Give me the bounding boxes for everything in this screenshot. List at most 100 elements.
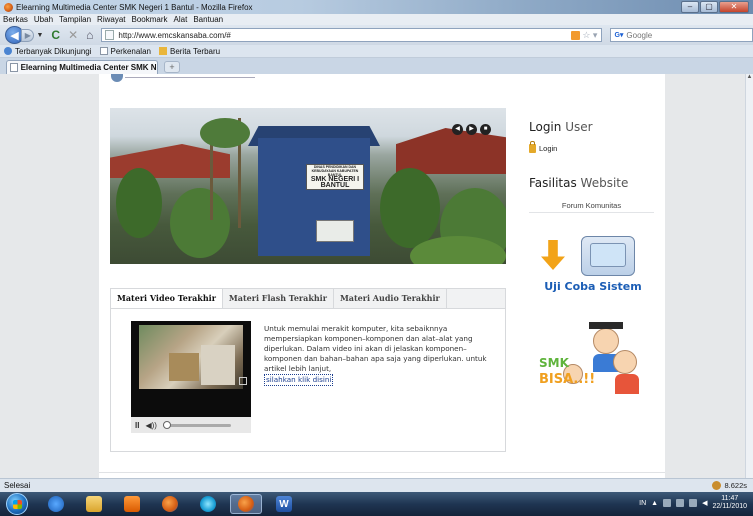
seek-bar[interactable] — [162, 420, 231, 429]
slider-prev-button[interactable]: ◀ — [452, 124, 463, 135]
home-icon[interactable]: ⌂ — [86, 28, 93, 42]
pause-icon[interactable]: II — [135, 421, 139, 430]
flag-icon[interactable] — [663, 499, 672, 507]
timer-value: 8.622s — [724, 481, 747, 490]
forward-button[interactable]: ▶ — [21, 28, 35, 42]
windows-logo-icon — [13, 500, 22, 509]
clock[interactable]: 11:47 22/11/2010 — [712, 495, 747, 511]
computer-mascot-icon — [581, 236, 635, 276]
heading-light: User — [565, 120, 593, 134]
tree — [116, 168, 162, 238]
menu-bantuan[interactable]: Bantuan — [193, 15, 223, 24]
uji-coba-banner[interactable]: Uji Coba Sistem — [537, 234, 649, 296]
address-bar[interactable]: http://www.emcskansaba.com/# ☆ ▾ — [101, 28, 603, 42]
school-sign: DINAS PENDIDIKAN DAN KEBUDAYAAN KABUPATE… — [306, 164, 364, 190]
volume-icon[interactable]: ◀)) — [145, 421, 156, 430]
word-icon: W — [276, 496, 292, 512]
taskbar-camera[interactable] — [192, 494, 224, 514]
expand-icon[interactable] — [239, 377, 247, 385]
menu-alat[interactable]: Alat — [174, 15, 188, 24]
menu-riwayat[interactable]: Riwayat — [97, 15, 125, 24]
page-icon — [105, 30, 115, 40]
taskbar-ie[interactable] — [40, 494, 72, 514]
google-icon[interactable]: G▾ — [614, 31, 623, 39]
timer-icon — [712, 481, 722, 490]
bookmark-label: Terbanyak Dikunjungi — [15, 46, 92, 56]
seek-knob[interactable] — [162, 420, 171, 429]
media-player-icon — [124, 496, 140, 512]
tab-active[interactable]: Elearning Multimedia Center SMK Ne... — [6, 60, 158, 74]
rss-icon[interactable] — [571, 30, 581, 40]
read-more-link[interactable]: silahkan klik disini — [264, 374, 334, 386]
show-hidden-icons[interactable]: ▲ — [651, 500, 658, 507]
forum-link[interactable]: Forum Komunitas — [529, 198, 654, 213]
network-icon[interactable] — [676, 499, 685, 507]
tab-bar: Elearning Multimedia Center SMK Ne... + — [0, 58, 753, 74]
status-bar: Selesai 8.622s — [0, 478, 753, 492]
display-icon[interactable] — [689, 499, 698, 507]
windows-taskbar: W IN ▲ ◀ 11:47 22/11/2010 — [0, 492, 753, 516]
palm-leaves — [200, 118, 250, 148]
new-tab-button[interactable]: + — [164, 61, 180, 73]
tree — [170, 188, 230, 258]
taskbar-firefox[interactable] — [154, 494, 186, 514]
menu-bookmark[interactable]: Bookmark — [132, 15, 168, 24]
download-arrow-icon — [541, 240, 565, 270]
window-controls: – ▢ ✕ — [681, 1, 749, 13]
taskbar-firefox-active[interactable] — [230, 494, 262, 514]
smk-bisa-banner[interactable]: SMK BISA..!! — [529, 322, 651, 400]
video-object — [169, 353, 199, 381]
description-text: Untuk memulai merakit komputer, kita seb… — [264, 324, 487, 373]
video-frame — [139, 325, 243, 389]
page-content: DINAS PENDIDIKAN DAN KEBUDAYAAN KABUPATE… — [99, 74, 665, 478]
menu-ubah[interactable]: Ubah — [34, 15, 53, 24]
taskbar-explorer[interactable] — [78, 494, 110, 514]
slider-next-button[interactable]: ▶ — [466, 124, 477, 135]
navigation-toolbar: ◀ ▶ ▼ C ✕ ⌂ http://www.emcskansaba.com/#… — [0, 25, 753, 45]
heading-light: Website — [580, 176, 629, 190]
start-button[interactable] — [6, 493, 28, 515]
tab-materi-video[interactable]: Materi Video Terakhir — [111, 289, 223, 308]
vertical-scrollbar[interactable]: ▲ — [745, 74, 753, 478]
header-divider — [125, 74, 255, 78]
taskbar-media-player[interactable] — [116, 494, 148, 514]
firefox-icon — [4, 2, 13, 12]
fasilitas-heading: Fasilitas Website — [529, 176, 628, 190]
scroll-up-icon[interactable]: ▲ — [746, 74, 753, 80]
firefox-icon — [162, 496, 178, 512]
video-player[interactable] — [131, 321, 251, 417]
language-indicator[interactable]: IN — [639, 500, 646, 507]
rss-folder-icon — [158, 47, 167, 55]
clock-time: 11:47 — [721, 495, 739, 502]
graduation-cap-icon — [589, 322, 623, 329]
reload-icon[interactable]: C — [51, 28, 60, 42]
search-input[interactable] — [626, 30, 727, 40]
bookmark-label: Berita Terbaru — [169, 46, 221, 56]
menu-tampilan[interactable]: Tampilan — [59, 15, 91, 24]
window-title: Elearning Multimedia Center SMK Negeri 1… — [16, 2, 253, 12]
stop-icon[interactable]: ✕ — [68, 28, 78, 42]
maximize-button[interactable]: ▢ — [700, 1, 718, 13]
slider-stop-button[interactable]: ■ — [480, 124, 491, 135]
menu-berkas[interactable]: Berkas — [3, 15, 28, 24]
close-button[interactable]: ✕ — [719, 1, 749, 13]
login-heading: Login User — [529, 120, 593, 134]
tab-materi-flash[interactable]: Materi Flash Terakhir — [223, 289, 334, 308]
window-titlebar: Elearning Multimedia Center SMK Negeri 1… — [0, 0, 753, 14]
menu-bar: Berkas Ubah Tampilan Riwayat Bookmark Al… — [0, 14, 753, 25]
tab-materi-audio[interactable]: Materi Audio Terakhir — [334, 289, 447, 308]
bookmark-perkenalan[interactable]: Perkenalan — [99, 47, 151, 56]
volume-icon[interactable]: ◀ — [702, 499, 707, 507]
history-dropdown-icon[interactable]: ▼ — [36, 32, 43, 39]
bookmark-star-icon[interactable]: ☆ ▾ — [582, 30, 597, 41]
minimize-button[interactable]: – — [681, 1, 699, 13]
page-viewport: DINAS PENDIDIKAN DAN KEBUDAYAAN KABUPATE… — [0, 74, 745, 478]
taskbar-word[interactable]: W — [268, 494, 300, 514]
login-link[interactable]: Login — [529, 141, 557, 153]
search-bar[interactable]: G▾ — [610, 28, 753, 42]
bookmark-berita-terbaru[interactable]: Berita Terbaru — [158, 46, 221, 56]
image-slider[interactable]: DINAS PENDIDIKAN DAN KEBUDAYAAN KABUPATE… — [110, 108, 506, 264]
banner-word-smk: SMK — [539, 356, 569, 370]
url-text[interactable]: http://www.emcskansaba.com/# — [118, 31, 571, 40]
bookmark-most-visited[interactable]: Terbanyak Dikunjungi — [4, 47, 92, 56]
